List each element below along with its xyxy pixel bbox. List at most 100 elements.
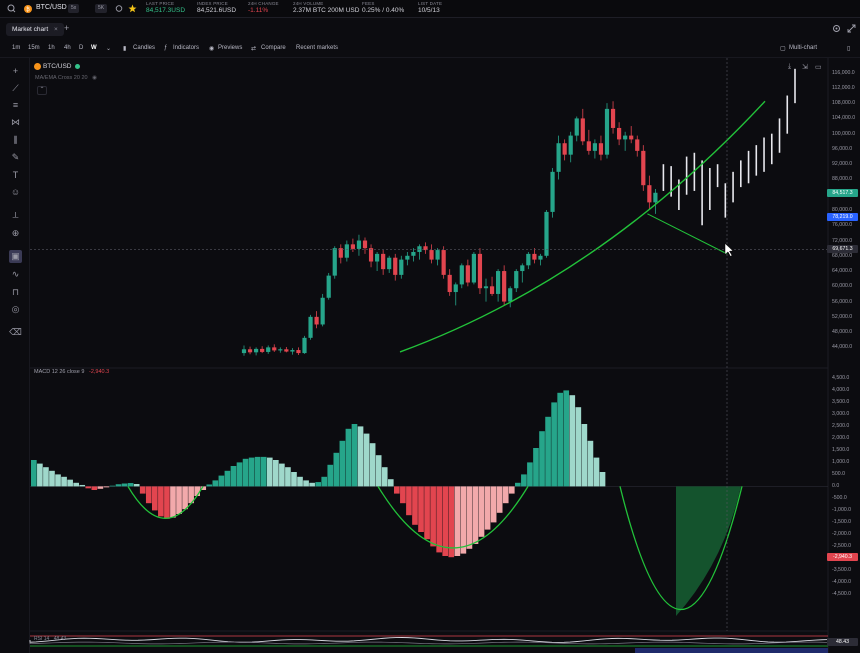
price-tick-label: 72,000.0 bbox=[832, 237, 853, 244]
histogram-bar bbox=[73, 482, 79, 487]
histogram-bar bbox=[260, 456, 267, 487]
candle bbox=[647, 185, 652, 203]
maximize-icon[interactable]: ▭ bbox=[815, 63, 822, 71]
histogram-bar bbox=[176, 486, 182, 514]
histogram-bar bbox=[460, 486, 467, 554]
histogram-bar bbox=[206, 484, 213, 487]
price-tick-label: 96,000.0 bbox=[832, 145, 853, 152]
candle bbox=[502, 271, 507, 302]
histogram-bar bbox=[363, 433, 370, 487]
histogram-bar bbox=[67, 479, 73, 487]
histogram-bar bbox=[315, 482, 321, 487]
histogram-bar bbox=[406, 486, 412, 516]
price-tick-label: 64,000.0 bbox=[832, 268, 853, 275]
histogram-bar bbox=[285, 467, 291, 487]
macd-tick-label: 1,000.0 bbox=[832, 459, 850, 466]
mouse-cursor-icon bbox=[724, 242, 734, 257]
candles bbox=[241, 101, 658, 356]
histogram-bar bbox=[248, 457, 255, 487]
histogram-bar bbox=[79, 484, 86, 487]
candle bbox=[447, 274, 452, 293]
legend-symbol: BTC/USD bbox=[42, 63, 72, 70]
candle bbox=[247, 349, 253, 353]
price-tick-label: 48,000.0 bbox=[832, 329, 853, 336]
histogram-bar bbox=[103, 486, 110, 488]
collapse-legend-icon[interactable]: ⌃ bbox=[37, 86, 47, 95]
macd-tick-label: 2,000.0 bbox=[832, 435, 850, 442]
histogram-bar bbox=[466, 486, 473, 549]
macd-tick-label: -2,500.0 bbox=[832, 543, 852, 550]
histogram-bar bbox=[557, 392, 563, 487]
candle bbox=[604, 108, 610, 155]
candle bbox=[387, 257, 392, 270]
price-tick-label: 104,000.0 bbox=[832, 115, 856, 122]
candle bbox=[302, 337, 307, 354]
histogram-bar bbox=[273, 460, 279, 487]
candle bbox=[635, 139, 640, 151]
drawn-trendline bbox=[647, 213, 728, 255]
chart-canvas[interactable] bbox=[0, 0, 860, 653]
histogram-bar bbox=[109, 485, 116, 487]
histogram-bar bbox=[279, 463, 285, 487]
histogram-bar bbox=[218, 475, 225, 487]
scroll-right-icon[interactable]: ⤓ bbox=[788, 63, 791, 71]
macd-tick-label: 1,500.0 bbox=[832, 447, 850, 454]
candle bbox=[381, 253, 386, 270]
histogram-bar bbox=[551, 402, 557, 487]
candle bbox=[465, 265, 470, 283]
price-tick-label: 116,000.0 bbox=[832, 69, 855, 76]
histogram-bar bbox=[448, 486, 455, 558]
candle bbox=[598, 143, 604, 155]
candle bbox=[362, 240, 368, 249]
candle bbox=[272, 347, 277, 351]
histogram-bar bbox=[418, 486, 424, 532]
histogram-bar bbox=[369, 443, 376, 487]
macd-tick-label: 2,500.0 bbox=[832, 423, 850, 430]
rsi-line bbox=[29, 637, 829, 643]
candle bbox=[441, 250, 446, 275]
histogram-bar bbox=[254, 456, 261, 487]
fit-icon[interactable]: ⇲ bbox=[802, 63, 808, 71]
eye-icon[interactable]: ◉ bbox=[92, 75, 97, 81]
candle bbox=[508, 288, 513, 302]
macd-label: MACD 12 26 close 9 bbox=[34, 369, 85, 375]
histogram-bar bbox=[484, 486, 491, 530]
candle bbox=[489, 286, 495, 294]
candle bbox=[435, 250, 440, 260]
candle bbox=[290, 350, 295, 352]
candle bbox=[641, 150, 646, 186]
macd-tick-label: -1,500.0 bbox=[832, 519, 852, 526]
histogram-bar bbox=[508, 486, 515, 494]
histogram-bar bbox=[593, 457, 600, 487]
candle bbox=[471, 253, 476, 283]
candle bbox=[514, 271, 519, 289]
candle bbox=[477, 253, 483, 289]
price-tick-label: 88,000.0 bbox=[832, 176, 853, 183]
histogram-bar bbox=[121, 483, 128, 487]
symbol-legend: BTC/USD bbox=[34, 63, 81, 70]
histogram-bar bbox=[442, 486, 449, 556]
histogram-bar bbox=[291, 472, 297, 487]
histogram-bar bbox=[303, 480, 309, 487]
price-tick-label: 108,000.0 bbox=[832, 100, 856, 107]
timeline-range-bar bbox=[635, 648, 828, 653]
histogram-bar bbox=[85, 486, 92, 489]
candle bbox=[496, 271, 501, 294]
histogram-bar bbox=[490, 486, 497, 523]
macd-tick-label: -4,000.0 bbox=[832, 579, 852, 586]
macd-tick-label: 4,000.0 bbox=[832, 387, 850, 394]
price-tick-label: 52,000.0 bbox=[832, 313, 853, 320]
histogram-bar bbox=[454, 486, 461, 556]
candle bbox=[260, 348, 265, 352]
candle bbox=[483, 286, 489, 289]
candle bbox=[375, 253, 380, 262]
price-tick-label: 92,000.0 bbox=[832, 161, 853, 168]
candle bbox=[592, 143, 597, 151]
histogram-bar bbox=[49, 470, 55, 487]
candle bbox=[344, 244, 349, 258]
macd-tick-label: -1,000.0 bbox=[832, 507, 852, 514]
candle bbox=[617, 127, 622, 140]
histogram-bar bbox=[478, 486, 485, 537]
candle bbox=[350, 244, 355, 249]
histogram-bar bbox=[394, 486, 400, 494]
